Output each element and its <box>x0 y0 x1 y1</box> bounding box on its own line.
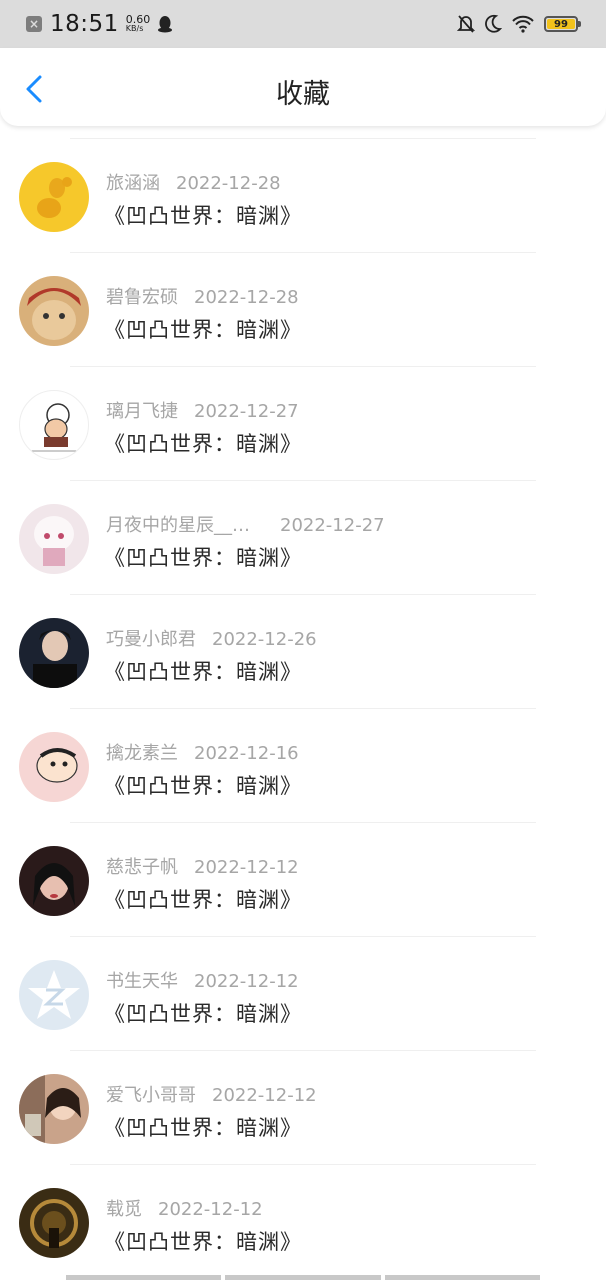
date: 2022-12-27 <box>280 515 385 536</box>
close-notification-icon: × <box>26 16 42 32</box>
book-title[interactable]: 《凹凸世界：暗渊》 <box>104 1226 302 1256</box>
avatar[interactable] <box>19 1188 89 1258</box>
avatar[interactable] <box>19 732 89 802</box>
username: 璃月飞捷 <box>106 401 178 422</box>
list-item[interactable]: 旅涵涵 2022-12-28 《凹凸世界：暗渊》 <box>0 139 606 252</box>
date: 2022-12-12 <box>194 971 299 992</box>
book-title[interactable]: 《凹凸世界：暗渊》 <box>104 770 302 800</box>
username: 载觅 <box>106 1199 142 1220</box>
bottom-tab-indicator <box>66 1275 540 1280</box>
book-title[interactable]: 《凹凸世界：暗渊》 <box>104 428 302 458</box>
page-title: 收藏 <box>276 79 330 110</box>
list-item[interactable]: 爱飞小哥哥 2022-12-12 《凹凸世界：暗渊》 <box>0 1051 606 1164</box>
list-item[interactable]: 慈悲子帆 2022-12-12 《凹凸世界：暗渊》 <box>0 823 606 936</box>
list-item[interactable]: 璃月飞捷 2022-12-27 《凹凸世界：暗渊》 <box>0 367 606 480</box>
date: 2022-12-28 <box>176 173 281 194</box>
avatar[interactable] <box>19 162 89 232</box>
date: 2022-12-28 <box>194 287 299 308</box>
date: 2022-12-16 <box>194 743 299 764</box>
moon-icon <box>484 14 502 34</box>
network-speed: 0.60 KB/s <box>125 13 151 33</box>
date: 2022-12-12 <box>212 1085 317 1106</box>
avatar[interactable] <box>19 846 89 916</box>
username: 月夜中的星辰__… <box>106 515 250 536</box>
book-title[interactable]: 《凹凸世界：暗渊》 <box>104 656 302 686</box>
date: 2022-12-12 <box>158 1199 263 1220</box>
avatar[interactable] <box>19 504 89 574</box>
status-bar: × 18:51 0.60 KB/s 99 <box>0 0 606 48</box>
avatar[interactable] <box>19 618 89 688</box>
status-time: 18:51 <box>50 11 119 37</box>
date: 2022-12-12 <box>194 857 299 878</box>
avatar[interactable] <box>19 276 89 346</box>
list-item[interactable]: 载觅 2022-12-12 《凹凸世界：暗渊》 <box>0 1165 606 1278</box>
avatar[interactable] <box>19 1074 89 1144</box>
list-item[interactable]: 月夜中的星辰__… 2022-12-27 《凹凸世界：暗渊》 <box>0 481 606 594</box>
list-item[interactable]: 巧曼小郎君 2022-12-26 《凹凸世界：暗渊》 <box>0 595 606 708</box>
avatar[interactable] <box>19 960 89 1030</box>
book-title[interactable]: 《凹凸世界：暗渊》 <box>104 1112 302 1142</box>
mute-bell-icon <box>457 14 475 34</box>
battery-icon: 99 <box>544 16 581 32</box>
username: 书生天华 <box>106 971 178 992</box>
book-title[interactable]: 《凹凸世界：暗渊》 <box>104 314 302 344</box>
username: 爱飞小哥哥 <box>106 1085 196 1106</box>
list-item[interactable]: 碧鲁宏硕 2022-12-28 《凹凸世界：暗渊》 <box>0 253 606 366</box>
list-item[interactable]: 擒龙素兰 2022-12-16 《凹凸世界：暗渊》 <box>0 709 606 822</box>
book-title[interactable]: 《凹凸世界：暗渊》 <box>104 884 302 914</box>
book-title[interactable]: 《凹凸世界：暗渊》 <box>104 542 302 572</box>
wifi-icon <box>511 15 535 33</box>
username: 擒龙素兰 <box>106 743 178 764</box>
date: 2022-12-27 <box>194 401 299 422</box>
date: 2022-12-26 <box>212 629 317 650</box>
username: 巧曼小郎君 <box>106 629 196 650</box>
qq-penguin-icon <box>158 16 173 33</box>
book-title[interactable]: 《凹凸世界：暗渊》 <box>104 200 302 230</box>
book-title[interactable]: 《凹凸世界：暗渊》 <box>104 998 302 1028</box>
favorites-list: 旅涵涵 2022-12-28 《凹凸世界：暗渊》 碧鲁宏硕 2022-12-28 《… <box>0 138 606 1278</box>
list-item[interactable]: 书生天华 2022-12-12 《凹凸世界：暗渊》 <box>0 937 606 1050</box>
avatar[interactable] <box>19 390 89 460</box>
top-nav-bar: 收藏 <box>0 48 606 126</box>
username: 碧鲁宏硕 <box>106 287 178 308</box>
username: 旅涵涵 <box>106 173 160 194</box>
username: 慈悲子帆 <box>106 857 178 878</box>
